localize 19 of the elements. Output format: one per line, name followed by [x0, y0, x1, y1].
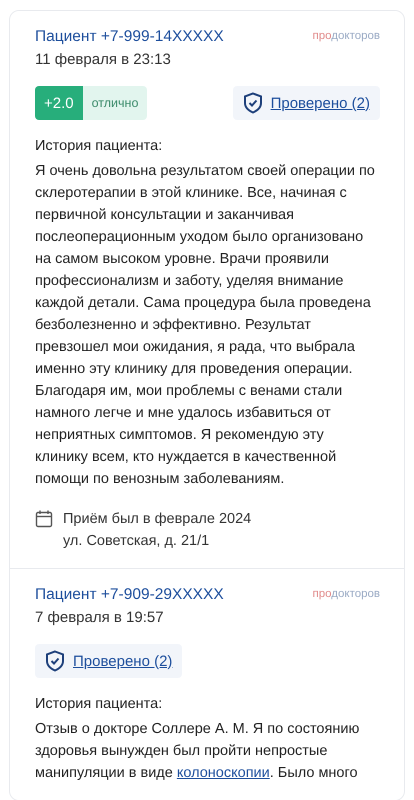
- patient-name: Пациент +7-909-29XXXXX: [35, 585, 224, 605]
- patient-name: Пациент +7-999-14XXXXX: [35, 27, 224, 47]
- rating-badge: +2.0 отлично: [35, 86, 148, 120]
- verified-button[interactable]: Проверено (2): [35, 644, 182, 678]
- review-date: 7 февраля в 19:57: [35, 609, 165, 626]
- shield-check-icon: [45, 650, 65, 672]
- story-text: Я очень довольна результатом своей операции по склеротерапии в этой клинике. Все, начиная с первичной консультации и заканчивая послеоперационным уходом было организовано на самом высоком уровне. Врачи проявили профессионализм и заботу, уделяя внимание каждой детали. Сама процедура была проведена безболезненно и эффективно. Результат превзошел мои ожидания, я рада, что выбрала именно эту клинику для проведения операции. Благодаря им, мои проблемы с венами стали намного легче и мне удалось избавиться от неприятных симптомов. Я рекомендую эту клинику всем, кто нуждается в качественной помощи по венозным заболеваниям.: [35, 162, 376, 489]
- procedure-link[interactable]: колоноскопии: [176, 765, 270, 781]
- site-logo: продокторов: [312, 587, 380, 600]
- clinic-address: ул. Советская, д. 21/1: [63, 532, 210, 551]
- site-logo: продокторов: [312, 29, 380, 42]
- calendar-icon: [35, 510, 53, 528]
- story-title: История пациента:: [35, 138, 164, 154]
- story-title: История пациента:: [35, 696, 164, 712]
- shield-check-icon: [242, 92, 263, 114]
- visit-date: Приём был в феврале 2024: [63, 510, 252, 529]
- verified-button[interactable]: Проверено (2): [232, 86, 380, 120]
- review-date: 11 февраля в 23:13: [35, 51, 172, 68]
- story-text: Отзыв о докторе Соллере А. М. Я по состоянию здоровья вынужден был пройти непростые манипуляции в виде колоноскопии. Было много: [35, 720, 360, 783]
